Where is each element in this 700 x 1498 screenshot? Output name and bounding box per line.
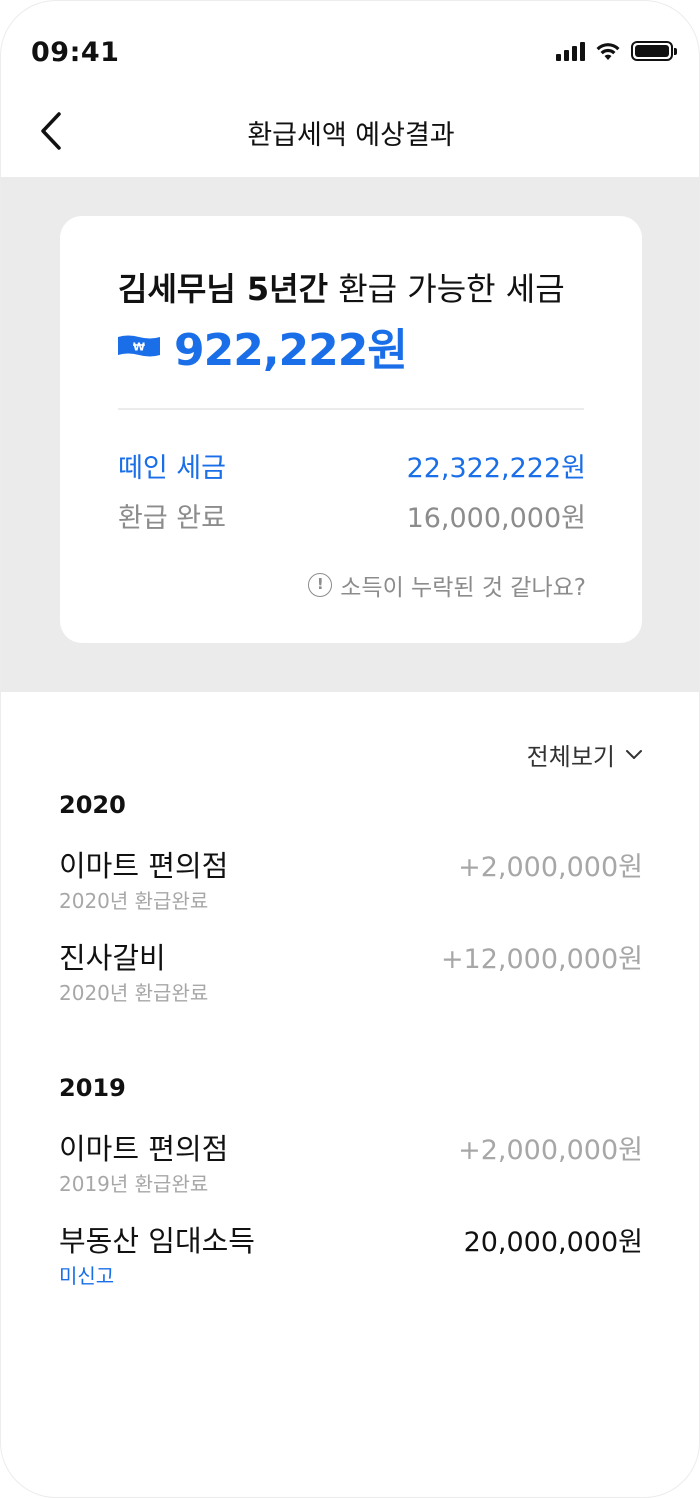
heading-name: 김세무님 5년간	[118, 270, 329, 308]
paid-tax-value: 22,322,222원	[406, 453, 586, 484]
refunded-row: 환급 완료 16,000,000원	[118, 496, 586, 535]
phone-frame: 09:41 환급세액 예상결과 김세무님 5년간 환급 가능한 세금 ₩ 922…	[0, 0, 700, 1498]
total-row: ₩ 922,222원	[118, 314, 408, 378]
exclamation-circle-icon: !	[308, 573, 333, 597]
list-item[interactable]: 이마트 편의점 2019년 환급완료 +2,000,000원	[59, 1126, 643, 1196]
entry-name: 이마트 편의점	[59, 849, 229, 883]
entry-status: 2020년 환급완료	[59, 981, 209, 1005]
year-heading-2020: 2020	[59, 791, 126, 819]
view-all-label: 전체보기	[526, 743, 615, 771]
entry-name: 이마트 편의점	[59, 1132, 229, 1166]
list-item[interactable]: 부동산 임대소득 미신고 20,000,000원	[59, 1218, 643, 1288]
refund-summary-card: 김세무님 5년간 환급 가능한 세금 ₩ 922,222원 떼인 세금 22,3…	[60, 216, 642, 643]
status-bar: 09:41	[1, 1, 699, 101]
entry-status: 2019년 환급완료	[59, 1172, 209, 1196]
view-all-dropdown[interactable]: 전체보기	[527, 737, 643, 772]
status-time: 09:41	[31, 37, 120, 68]
card-divider	[118, 408, 584, 410]
paid-tax-row: 떼인 세금 22,322,222원	[118, 446, 586, 485]
year-heading-2019: 2019	[59, 1074, 126, 1102]
wifi-icon	[596, 43, 620, 60]
entry-amount: +2,000,000원	[458, 852, 643, 883]
status-icons	[556, 41, 677, 61]
list-item[interactable]: 이마트 편의점 2020년 환급완료 +2,000,000원	[59, 843, 643, 913]
nav-bar: 환급세액 예상결과	[1, 101, 699, 177]
entry-name: 부동산 임대소득	[59, 1224, 255, 1258]
page-title: 환급세액 예상결과	[247, 120, 455, 151]
entry-name: 진사갈비	[59, 941, 166, 975]
battery-icon	[631, 41, 677, 61]
summary-section: 김세무님 5년간 환급 가능한 세금 ₩ 922,222원 떼인 세금 22,3…	[1, 177, 699, 692]
cellular-signal-icon	[556, 41, 585, 61]
heading-rest: 환급 가능한 세금	[328, 270, 565, 308]
refunded-label: 환급 완료	[118, 503, 226, 534]
entry-amount: +2,000,000원	[458, 1135, 643, 1166]
entry-status: 미신고	[59, 1264, 115, 1288]
entry-amount: +12,000,000원	[440, 944, 643, 975]
won-banknote-icon: ₩	[118, 335, 160, 357]
paid-tax-label: 떼인 세금	[118, 453, 226, 484]
entry-status: 2020년 환급완료	[59, 889, 209, 913]
missing-income-help-link[interactable]: ! 소득이 누락된 것 같나요?	[308, 568, 586, 602]
total-refund-amount: 922,222원	[174, 325, 408, 376]
chevron-down-icon	[626, 749, 642, 759]
entry-amount: 20,000,000원	[463, 1227, 643, 1258]
help-text: 소득이 누락된 것 같나요?	[340, 575, 586, 601]
svg-text:₩: ₩	[133, 341, 145, 354]
refunded-value: 16,000,000원	[406, 503, 586, 534]
list-item[interactable]: 진사갈비 2020년 환급완료 +12,000,000원	[59, 935, 643, 1005]
card-heading: 김세무님 5년간 환급 가능한 세금	[118, 264, 565, 310]
